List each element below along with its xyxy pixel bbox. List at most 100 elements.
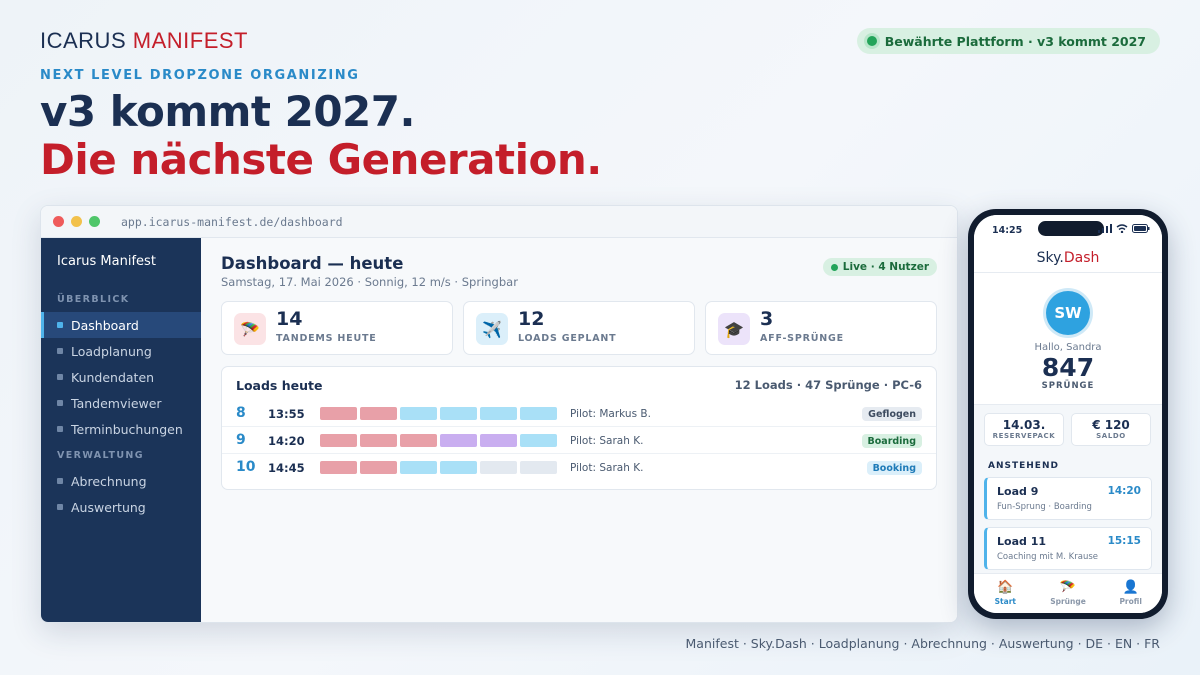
- tab-start[interactable]: 🏠 Start: [974, 574, 1037, 613]
- browser-window: app.icarus-manifest.de/dashboard Icarus …: [40, 205, 958, 623]
- slot-fun: [480, 407, 517, 420]
- platform-badge: Bewährte Plattform · v3 kommt 2027: [856, 28, 1160, 54]
- slot-aff: [440, 434, 477, 447]
- app-name-part1: Sky.: [1036, 250, 1064, 266]
- dashboard-main: Dashboard — heute Samstag, 17. Mai 2026 …: [201, 238, 957, 622]
- slot-tandem: [360, 407, 397, 420]
- stat-card-tandems[interactable]: 🪂 14 TANDEMS HEUTE: [221, 301, 453, 355]
- sidebar-item-abrechnung[interactable]: Abrechnung: [41, 468, 201, 494]
- jump-count: 847: [1041, 353, 1095, 382]
- greeting: Hallo, Sandra: [1034, 342, 1102, 353]
- battery-icon: [1132, 224, 1150, 233]
- load-row[interactable]: 8 13:55 Pilot: Markus B. Geflogen: [222, 400, 936, 427]
- saldo-value: € 120: [1092, 418, 1130, 432]
- sidebar-item-kundendaten[interactable]: Kundendaten: [41, 364, 201, 390]
- slot-tandem: [320, 461, 357, 474]
- browser-titlebar: app.icarus-manifest.de/dashboard: [41, 206, 957, 238]
- tab-spruenge[interactable]: 🪂 Sprünge: [1037, 574, 1100, 613]
- bullet-icon: [57, 322, 63, 328]
- slot-fun: [520, 434, 557, 447]
- stat-card-loads[interactable]: ✈️ 12 LOADS GEPLANT: [463, 301, 695, 355]
- sidebar-item-label: Tandemviewer: [71, 395, 162, 411]
- signal-icon: [1098, 224, 1112, 233]
- stat-card-aff[interactable]: 🎓 3 AFF-SPRÜNGE: [705, 301, 937, 355]
- stat-value: 3: [760, 308, 774, 330]
- load-number: 8: [236, 405, 246, 421]
- status-badge: Boarding: [861, 434, 922, 448]
- dynamic-island: [1038, 221, 1104, 236]
- wifi-icon: [1116, 224, 1128, 233]
- slot-fun: [400, 407, 437, 420]
- parachute-icon: 🪂: [234, 313, 266, 345]
- tab-label: Profil: [1119, 597, 1142, 606]
- airplane-icon: ✈️: [476, 313, 508, 345]
- headline: v3 kommt 2027.: [40, 87, 415, 136]
- app-name-part2: Dash: [1063, 250, 1100, 266]
- sidebar-item-terminbuchungen[interactable]: Terminbuchungen: [41, 416, 201, 442]
- status-icons: [1098, 224, 1150, 233]
- upcoming-load-desc: Coaching mit M. Krause: [997, 552, 1098, 562]
- maximize-window-icon[interactable]: [89, 216, 100, 227]
- slot-free: [480, 461, 517, 474]
- saldo-card[interactable]: € 120 SALDO: [1071, 413, 1151, 446]
- sidebar-item-tandemviewer[interactable]: Tandemviewer: [41, 390, 201, 416]
- avatar[interactable]: SW: [1046, 291, 1090, 335]
- phone-clock: 14:25: [992, 225, 1023, 236]
- slot-fun: [440, 461, 477, 474]
- sidebar-item-label: Loadplanung: [71, 343, 152, 359]
- tab-label: Sprünge: [1050, 597, 1086, 606]
- stat-value: 12: [518, 308, 545, 330]
- phone-status-bar: 14:25: [974, 215, 1162, 243]
- platform-badge-label: Bewährte Plattform · v3 kommt 2027: [884, 33, 1146, 49]
- address-bar[interactable]: app.icarus-manifest.de/dashboard: [121, 215, 343, 229]
- brand-part1: ICARUS: [40, 28, 127, 53]
- load-row[interactable]: 10 14:45 Pilot: Sarah K. Booking: [222, 454, 936, 481]
- bullet-icon: [57, 478, 63, 484]
- reservepack-card[interactable]: 14.03. RESERVEPACK: [984, 413, 1064, 446]
- upcoming-load-card[interactable]: Load 11 15:15 Coaching mit M. Krause: [984, 527, 1152, 570]
- live-badge-label: Live · 4 Nutzer: [842, 261, 929, 273]
- load-slots: [320, 407, 557, 420]
- slot-tandem: [400, 434, 437, 447]
- user-icon: 👤: [1122, 580, 1139, 595]
- sidebar-item-label: Abrechnung: [71, 473, 147, 489]
- load-pilot: Pilot: Markus B.: [570, 408, 651, 420]
- page-subtitle: Samstag, 17. Mai 2026 · Sonnig, 12 m/s ·…: [221, 275, 518, 289]
- bullet-icon: [57, 374, 63, 380]
- kicker: NEXT LEVEL DROPZONE ORGANIZING: [40, 68, 360, 83]
- sidebar-item-auswertung[interactable]: Auswertung: [41, 494, 201, 520]
- upcoming-load-card[interactable]: Load 9 14:20 Fun-Sprung · Boarding: [984, 477, 1152, 520]
- load-pilot: Pilot: Sarah K.: [570, 435, 644, 447]
- home-icon: 🏠: [997, 580, 1014, 595]
- slot-tandem: [360, 461, 397, 474]
- sidebar: Icarus Manifest ÜBERBLICK Dashboard Load…: [41, 238, 201, 622]
- load-row[interactable]: 9 14:20 Pilot: Sarah K. Boarding: [222, 427, 936, 454]
- saldo-label: SALDO: [1096, 432, 1126, 440]
- minimize-window-icon[interactable]: [71, 216, 82, 227]
- slot-fun: [520, 407, 557, 420]
- stat-label: TANDEMS HEUTE: [276, 333, 377, 344]
- upcoming-load-time: 14:20: [1107, 485, 1141, 497]
- sidebar-item-label: Kundendaten: [71, 369, 155, 385]
- slot-free: [520, 461, 557, 474]
- status-dot-icon: [866, 36, 877, 46]
- sidebar-item-dashboard[interactable]: Dashboard: [41, 312, 201, 338]
- slot-aff: [480, 434, 517, 447]
- sidebar-item-loadplanung[interactable]: Loadplanung: [41, 338, 201, 364]
- phone-frame: 14:25 Sky.Dash SW Hallo, Sandra 847 SPRÜ…: [968, 209, 1168, 619]
- jump-count-label: SPRÜNGE: [1041, 381, 1095, 391]
- close-window-icon[interactable]: [53, 216, 64, 227]
- load-number: 10: [236, 459, 256, 475]
- tab-profil[interactable]: 👤 Profil: [1099, 574, 1162, 613]
- sidebar-section-overview: ÜBERBLICK: [57, 294, 130, 305]
- phone-screen: 14:25 Sky.Dash SW Hallo, Sandra 847 SPRÜ…: [974, 215, 1162, 613]
- load-number: 9: [236, 432, 246, 448]
- profile-panel: SW Hallo, Sandra 847 SPRÜNGE: [974, 273, 1162, 405]
- status-badge: Geflogen: [862, 407, 922, 421]
- graduation-cap-icon: 🎓: [718, 313, 750, 345]
- sidebar-app-title: Icarus Manifest: [57, 254, 156, 269]
- parachute-icon: 🪂: [1059, 580, 1077, 595]
- tab-label: Start: [994, 597, 1016, 606]
- load-pilot: Pilot: Sarah K.: [570, 462, 644, 474]
- bullet-icon: [57, 348, 63, 354]
